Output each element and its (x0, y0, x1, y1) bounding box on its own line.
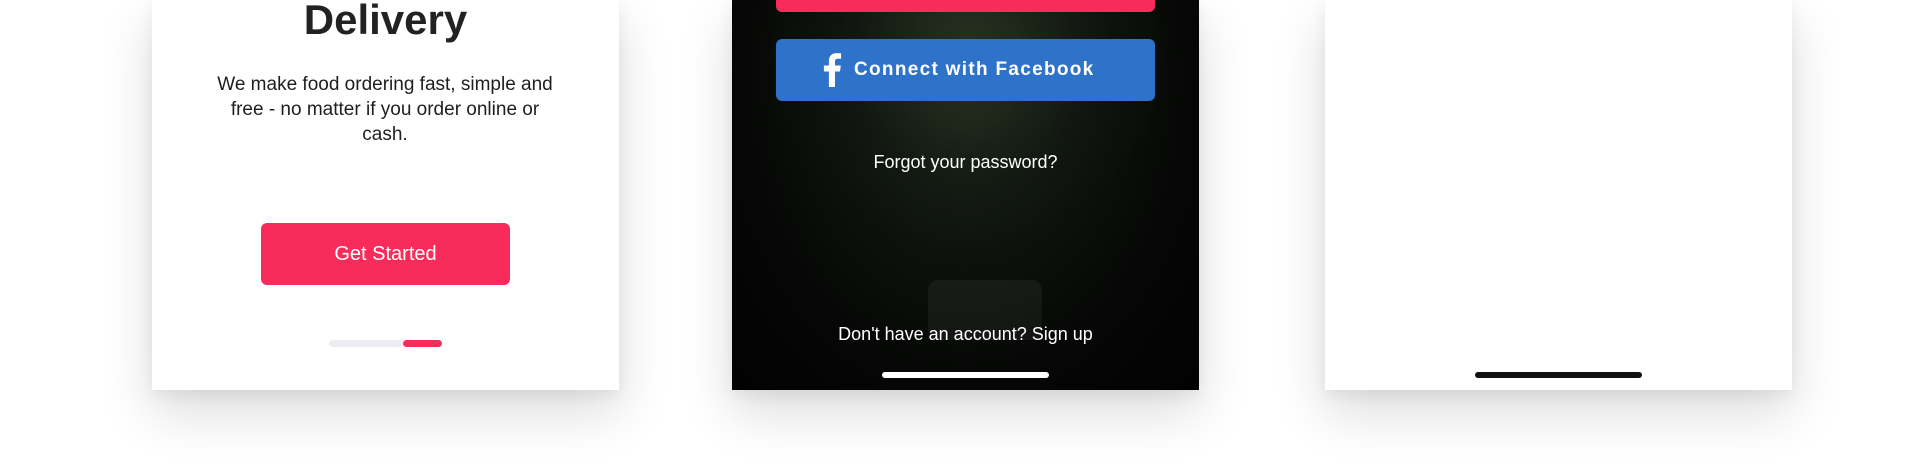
facebook-button-label: Connect with Facebook (854, 59, 1095, 80)
blank-screen (1325, 0, 1792, 390)
home-indicator[interactable] (1475, 372, 1642, 378)
facebook-f-icon (823, 53, 842, 87)
login-screen: Connect with Facebook Forgot your passwo… (732, 0, 1199, 390)
page-indicator-dot-active[interactable] (403, 340, 442, 347)
signup-prompt-text: Don't have an account? (838, 324, 1027, 344)
onboarding-description: We make food ordering fast, simple and f… (217, 74, 553, 145)
page-indicator (329, 340, 442, 347)
get-started-button[interactable]: Get Started (261, 223, 510, 285)
signup-prompt: Don't have an account? Sign up (732, 324, 1199, 345)
signup-link[interactable]: Sign up (1032, 324, 1093, 344)
onboarding-title: Delivery (303, 0, 468, 43)
mockup-canvas: Delivery We make food ordering fast, sim… (0, 0, 1920, 467)
food-background-image (742, 0, 1162, 240)
connect-facebook-button[interactable]: Connect with Facebook (776, 39, 1155, 101)
login-button[interactable] (776, 0, 1155, 12)
page-indicator-dot-inactive[interactable] (329, 340, 403, 347)
forgot-password-link[interactable]: Forgot your password? (732, 152, 1199, 173)
onboarding-screen: Delivery We make food ordering fast, sim… (152, 0, 619, 390)
home-indicator[interactable] (882, 372, 1049, 378)
